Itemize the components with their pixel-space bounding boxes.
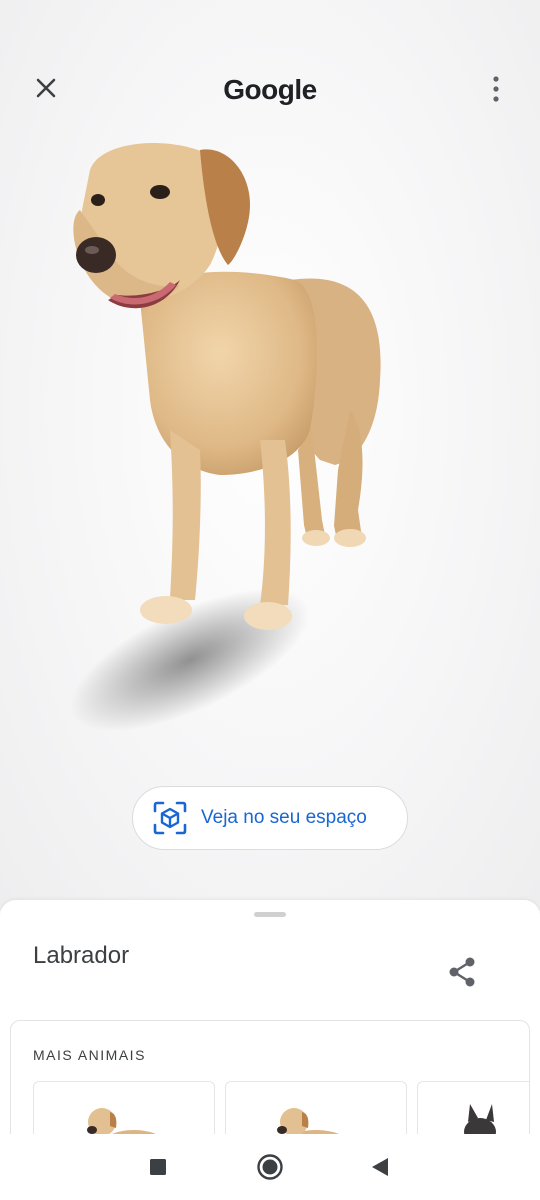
bottom-sheet[interactable]: Labrador MAIS ANIMAIS: [0, 900, 540, 1160]
back-button[interactable]: [366, 1152, 396, 1182]
top-bar: Google: [0, 60, 540, 120]
home-button[interactable]: [255, 1152, 285, 1182]
back-triangle-icon: [372, 1158, 388, 1176]
square-icon: [150, 1159, 166, 1175]
share-icon: [449, 957, 475, 987]
share-button[interactable]: [446, 955, 480, 989]
view-in-your-space-button[interactable]: Veja no seu espaço: [132, 786, 408, 850]
labrador-3d-model[interactable]: [60, 130, 420, 730]
view-in-your-space-label: Veja no seu espaço: [201, 807, 367, 828]
sheet-drag-handle[interactable]: [254, 912, 286, 917]
more-options-button[interactable]: [478, 70, 514, 106]
home-circle-icon: [257, 1154, 283, 1180]
animal-title: Labrador: [33, 942, 130, 969]
system-navigation-bar: [0, 1134, 540, 1200]
more-vert-icon: [493, 76, 499, 102]
ar-model-viewer[interactable]: Google Veja no seu espaço: [0, 0, 540, 910]
more-animals-title: MAIS ANIMAIS: [33, 1047, 146, 1063]
google-logo: Google: [223, 74, 317, 105]
ar-cube-icon: [153, 801, 187, 835]
recents-button[interactable]: [143, 1152, 173, 1182]
